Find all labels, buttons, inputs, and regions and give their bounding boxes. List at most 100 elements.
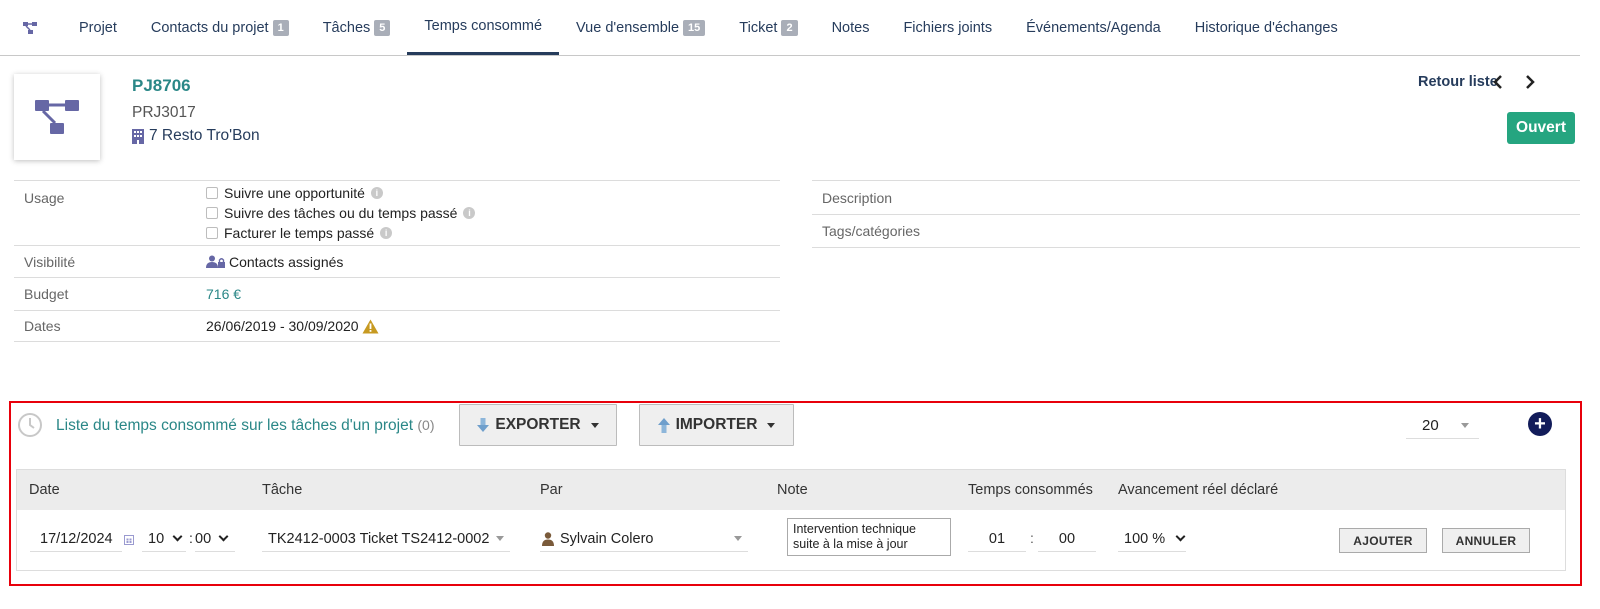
project-icon[interactable] — [16, 0, 44, 55]
date-value: 17/12/2024 — [40, 530, 113, 547]
import-button[interactable]: IMPORTER — [639, 404, 794, 446]
usage-row: Usage Suivre une opportunité i Suivre de… — [14, 180, 780, 245]
project-fields: Usage Suivre une opportunité i Suivre de… — [14, 180, 780, 342]
tab-fichiers-joints[interactable]: Fichiers joints — [886, 0, 1009, 55]
minute-select[interactable]: 00 — [195, 526, 235, 552]
column-header-progress: Avancement réel déclaré — [1118, 482, 1279, 498]
record-count: (0) — [417, 417, 435, 433]
usage-checkbox[interactable] — [206, 187, 218, 199]
note-textarea[interactable]: Intervention technique suite à la mise à… — [787, 518, 951, 556]
users-lock-icon — [206, 255, 225, 268]
progress-select[interactable]: 100 % — [1118, 526, 1186, 552]
note-value: Intervention technique suite à la mise à… — [793, 522, 917, 551]
per-page-select[interactable]: 20 — [1406, 413, 1479, 439]
tags-row: Tags/catégories — [812, 214, 1580, 248]
panel-title: Liste du temps consommé sur les tâches d… — [56, 417, 435, 435]
budget-value: 716 € — [206, 286, 242, 302]
tab-label: Projet — [79, 19, 117, 36]
chevron-down-icon — [172, 531, 183, 542]
tab-ticket[interactable]: Ticket 2 — [722, 0, 814, 55]
usage-checkbox[interactable] — [206, 207, 218, 219]
info-icon[interactable]: i — [370, 187, 383, 199]
status-badge: Ouvert — [1507, 112, 1575, 144]
back-to-list-link[interactable]: Retour liste — [1418, 74, 1498, 90]
per-page-value: 20 — [1422, 417, 1439, 434]
count-badge: 5 — [374, 19, 391, 36]
dates-value: 26/06/2019 - 30/09/2020 — [206, 318, 359, 334]
add-button[interactable]: AJOUTER — [1339, 528, 1427, 553]
info-icon[interactable]: i — [380, 227, 393, 239]
user-icon — [542, 531, 554, 546]
hour-value: 10 — [148, 530, 165, 547]
download-icon — [477, 417, 490, 432]
time-separator: : — [189, 530, 193, 546]
field-value: Contacts assignés — [206, 254, 780, 270]
export-button[interactable]: EXPORTER — [459, 404, 617, 446]
column-header-date: Date — [29, 482, 60, 498]
chevron-down-icon — [1175, 531, 1186, 542]
project-logo — [14, 74, 100, 160]
tab-taches[interactable]: Tâches 5 — [306, 0, 408, 55]
time-hours-value: 01 — [988, 530, 1006, 547]
field-label: Dates — [24, 318, 61, 334]
time-spent-panel: Liste du temps consommé sur les tâches d… — [9, 401, 1582, 586]
visibility-value: Contacts assignés — [229, 253, 344, 270]
time-minutes-input[interactable]: 00 — [1038, 526, 1096, 552]
company-link[interactable]: 7 Resto Tro'Bon — [132, 127, 260, 145]
tab-contacts[interactable]: Contacts du projet 1 — [134, 0, 306, 55]
tab-projet[interactable]: Projet — [62, 0, 134, 55]
column-header-note: Note — [777, 482, 808, 498]
time-hours-input[interactable]: 01 — [968, 526, 1026, 552]
column-header-time: Temps consommés — [968, 482, 1093, 498]
caret-down-icon — [590, 422, 599, 428]
info-icon[interactable]: i — [463, 207, 476, 219]
button-label: IMPORTER — [675, 416, 758, 433]
field-label: Tags/catégories — [822, 223, 921, 239]
minute-value: 00 — [195, 530, 212, 547]
building-icon — [132, 128, 144, 144]
project-ref: PJ8706 — [132, 76, 191, 95]
progress-value: 100 % — [1124, 530, 1166, 547]
time-entry-table: Date Tâche Par Note Temps consommés Avan… — [16, 469, 1566, 571]
tab-label: Vue d'ensemble — [576, 19, 680, 36]
project-icon — [35, 100, 79, 134]
tab-historique[interactable]: Historique d'échanges — [1178, 0, 1355, 55]
next-icon[interactable] — [1520, 72, 1540, 92]
tab-label: Tâches — [322, 19, 371, 36]
caret-down-icon — [734, 536, 742, 541]
time-separator: : — [1030, 530, 1034, 546]
project-code: PRJ3017 — [132, 104, 196, 121]
tab-notes[interactable]: Notes — [815, 0, 887, 55]
calendar-icon[interactable] — [124, 535, 134, 545]
usage-checkbox[interactable] — [206, 227, 218, 239]
tab-vue-ensemble[interactable]: Vue d'ensemble 15 — [559, 0, 722, 55]
tab-temps-consomme[interactable]: Temps consommé — [407, 0, 560, 55]
table-header: Date Tâche Par Note Temps consommés Avan… — [17, 470, 1565, 510]
tab-label: Ticket — [739, 19, 778, 36]
tab-evenements[interactable]: Événements/Agenda — [1009, 0, 1178, 55]
visibility-row: Visibilité Contacts assignés — [14, 245, 780, 277]
usage-option: Facturer le temps passé i — [206, 223, 780, 243]
caret-down-icon — [767, 422, 776, 428]
budget-row: Budget 716 € — [14, 277, 780, 310]
cancel-button[interactable]: ANNULER — [1442, 528, 1530, 553]
button-label: EXPORTER — [495, 416, 581, 433]
column-header-by: Par — [540, 482, 563, 498]
field-value: 26/06/2019 - 30/09/2020 — [206, 318, 780, 334]
caret-down-icon — [496, 536, 504, 541]
panel-title-text: Liste du temps consommé sur les tâches d… — [56, 417, 414, 434]
previous-icon[interactable] — [1488, 72, 1508, 92]
add-time-icon[interactable]: + — [1528, 412, 1552, 436]
task-value: TK2412-0003 Ticket TS2412-0002 — [268, 530, 490, 547]
clock-icon — [18, 413, 42, 437]
option-label: Suivre des tâches ou du temps passé — [224, 205, 458, 221]
option-label: Suivre une opportunité — [224, 185, 365, 201]
count-badge: 15 — [683, 19, 706, 36]
usage-option: Suivre des tâches ou du temps passé i — [206, 203, 780, 223]
hour-select[interactable]: 10 — [142, 526, 186, 552]
date-input[interactable]: 17/12/2024 — [30, 526, 122, 552]
tab-label: Contacts du projet — [150, 19, 269, 36]
user-select[interactable]: Sylvain Colero — [540, 526, 748, 552]
upload-icon — [657, 417, 670, 433]
task-select[interactable]: TK2412-0003 Ticket TS2412-0002 — [262, 526, 510, 552]
